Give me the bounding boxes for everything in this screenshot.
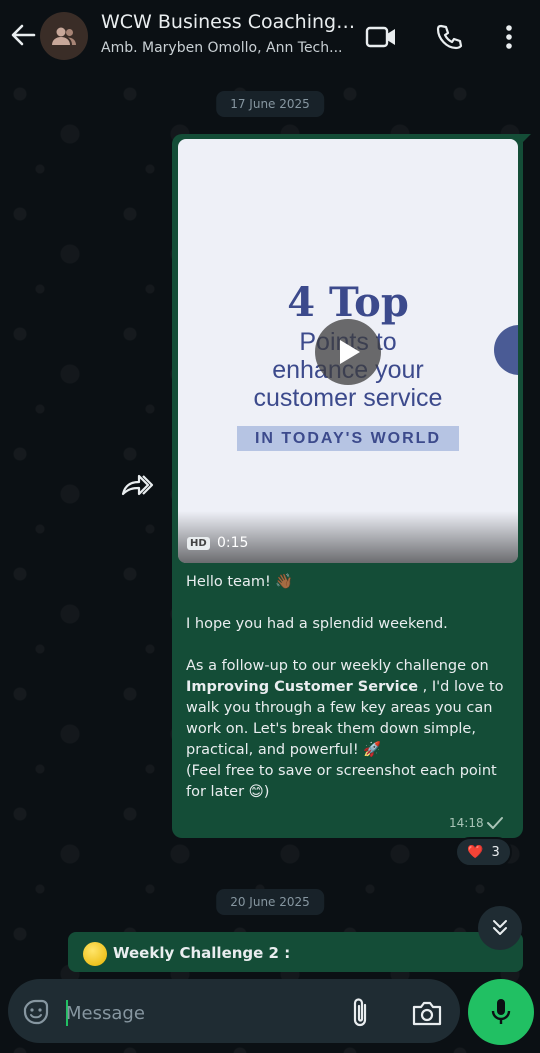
heart-icon: ❤️ [467, 844, 484, 860]
play-icon[interactable] [315, 319, 381, 385]
chat-title[interactable]: WCW Business Coaching C... [101, 11, 356, 33]
message-time: 14:18 [449, 816, 484, 830]
message-greeting: Hello team! 👋🏾 [186, 574, 294, 590]
yellow-circle-icon [83, 942, 107, 966]
sticker-icon[interactable] [19, 995, 53, 1029]
group-icon [52, 27, 76, 45]
chat-participants[interactable]: Amb. Maryben Omollo, Ann Tech... [101, 40, 356, 56]
message-preview: Weekly Challenge 2 : [113, 944, 291, 962]
chat-header: WCW Business Coaching C... Amb. Maryben … [0, 0, 540, 74]
phone-icon[interactable] [432, 20, 466, 54]
group-avatar[interactable] [40, 12, 88, 60]
forward-icon[interactable] [120, 470, 154, 500]
sent-check-icon [486, 815, 504, 834]
message-note: (Feel free to save or screenshot each po… [186, 763, 497, 800]
mic-icon[interactable] [468, 979, 534, 1045]
message-para-start: As a follow-up to our weekly challenge o… [186, 658, 489, 674]
double-chevron-down-icon[interactable] [478, 906, 522, 950]
more-vertical-icon[interactable] [492, 20, 526, 54]
video-band: IN TODAY'S WORLD [237, 426, 459, 451]
bubble-tail [517, 134, 531, 148]
video-line-3: customer service [253, 384, 443, 412]
hd-badge: HD [187, 537, 210, 550]
reaction-count: 3 [491, 844, 500, 860]
back-arrow-icon[interactable] [8, 20, 38, 50]
message-bold: Improving Customer Service [186, 679, 419, 695]
reaction-pill[interactable]: ❤️ 3 [455, 837, 512, 867]
date-separator: 20 June 2025 [216, 889, 324, 915]
video-camera-icon[interactable] [364, 20, 398, 54]
video-thumbnail[interactable]: 4 Top Points to enhance your customer se… [178, 139, 518, 563]
paperclip-icon[interactable] [344, 996, 378, 1030]
message-hope: I hope you had a splendid weekend. [186, 616, 448, 632]
message-input[interactable] [66, 999, 326, 1027]
video-duration: 0:15 [217, 535, 249, 551]
camera-icon[interactable] [410, 996, 444, 1030]
message-paragraph: As a follow-up to our weekly challenge o… [186, 656, 516, 761]
message-text: Hello team! 👋🏾 I hope you had a splendid… [186, 572, 516, 803]
date-separator: 17 June 2025 [216, 91, 324, 117]
